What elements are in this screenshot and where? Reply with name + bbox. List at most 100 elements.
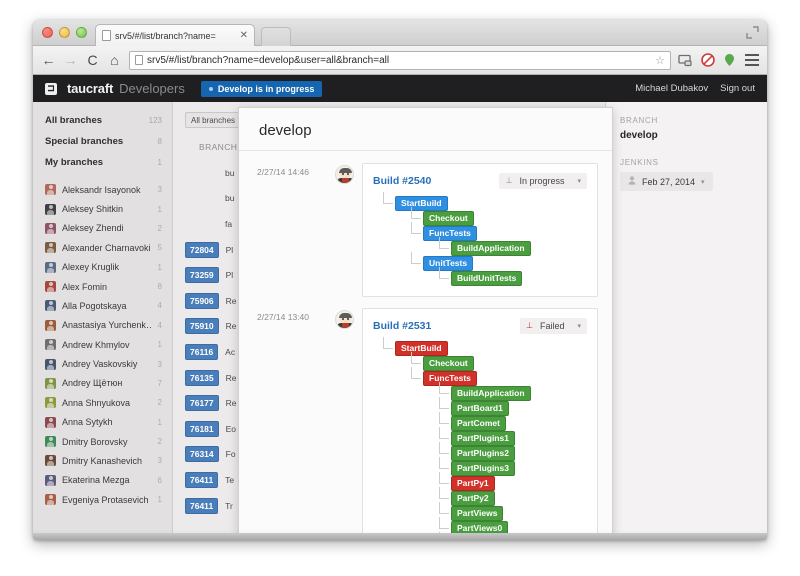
bookmark-star-icon[interactable]: ☆ <box>655 54 665 67</box>
branch-value: develop <box>620 130 753 141</box>
branch-row-id: 76181 <box>185 421 219 437</box>
build-step-chip[interactable]: StartBuild <box>395 341 448 357</box>
location-pin-icon[interactable] <box>722 53 737 68</box>
sidebar-user-name: Andrey Щётюн <box>62 378 152 388</box>
minimize-window-button[interactable] <box>59 27 70 38</box>
build-step-node[interactable]: PartViews <box>373 506 587 521</box>
sidebar-item-count: 1 <box>158 158 162 167</box>
sidebar-item-my-branches[interactable]: My branches1 <box>33 152 172 173</box>
build-step-node[interactable]: BuildApplication <box>373 386 587 401</box>
build-step-chip[interactable]: PartBoard1 <box>451 401 509 417</box>
sidebar-item-label: Special branches <box>45 136 152 147</box>
build-timestamp-wrap: 2/27/14 13:40 <box>257 308 335 539</box>
app-logo-subtitle: Developers <box>119 81 185 96</box>
build-timestamp-wrap: 2/27/14 14:46 <box>257 163 335 297</box>
sidebar-user-item[interactable]: Anna Sytykh1 <box>33 413 172 432</box>
build-step-node[interactable]: PartPy1 <box>373 476 587 491</box>
sidebar-user-item[interactable]: Aleksandr Isayonok3 <box>33 180 172 199</box>
build-status-dropdown[interactable]: ⊥In progress▾ <box>499 173 587 189</box>
build-card-header: Build #2540 ⊥In progress▾ <box>373 173 587 189</box>
build-step-node[interactable]: BuildApplication <box>373 241 587 256</box>
build-step-node[interactable]: Checkout <box>373 356 587 371</box>
sign-out-link[interactable]: Sign out <box>720 83 755 94</box>
forward-button-icon[interactable]: → <box>63 53 78 68</box>
branch-row-id: 75906 <box>185 293 219 309</box>
sidebar-item-all-branches[interactable]: All branches123 <box>33 110 172 131</box>
build-step-node[interactable]: BuildUnitTests <box>373 271 587 286</box>
sidebar-user-item[interactable]: Anna Shnyukova2 <box>33 393 172 412</box>
address-bar[interactable]: srv5/#/list/branch?name=develop&user=all… <box>129 51 671 70</box>
build-number-link[interactable]: Build #2540 <box>373 175 431 187</box>
sidebar-user-item[interactable]: Ekaterina Mezga6 <box>33 471 172 490</box>
close-window-button[interactable] <box>42 27 53 38</box>
build-step-node[interactable]: PartPlugins2 <box>373 446 587 461</box>
sidebar-user-item[interactable]: Alex Fomin8 <box>33 277 172 296</box>
sidebar-user-item[interactable]: Aleksey Shitkin1 <box>33 199 172 218</box>
fullscreen-icon[interactable] <box>746 26 759 39</box>
build-step-node[interactable]: PartComet <box>373 416 587 431</box>
branch-row-text: bu <box>225 193 234 203</box>
build-step-chip[interactable]: PartPlugins2 <box>451 446 515 462</box>
build-step-chip[interactable]: StartBuild <box>395 196 448 212</box>
build-step-node[interactable]: FuncTests <box>373 226 587 241</box>
build-step-chip[interactable]: PartPy1 <box>451 476 495 492</box>
window-controls[interactable] <box>42 27 87 38</box>
home-button-icon[interactable]: ⌂ <box>107 53 122 68</box>
sidebar-user-item[interactable]: Andrey Щётюн7 <box>33 374 172 393</box>
build-step-chip[interactable]: Checkout <box>423 356 474 372</box>
build-step-chip[interactable]: PartComet <box>451 416 506 432</box>
branch-row-text: Eo <box>226 424 236 434</box>
build-step-node[interactable]: Checkout <box>373 211 587 226</box>
sidebar-user-item[interactable]: Aleksey Zhendi2 <box>33 219 172 238</box>
develop-progress-badge[interactable]: Develop is in progress <box>201 81 323 97</box>
sidebar-user-item[interactable]: Dmitry Borovsky2 <box>33 432 172 451</box>
build-status-dropdown[interactable]: ⊥Failed▾ <box>520 318 587 334</box>
sidebar-user-item[interactable]: Alexey Kruglik1 <box>33 258 172 277</box>
sidebar-user-item[interactable]: Andrew Khmylov1 <box>33 335 172 354</box>
build-step-chip[interactable]: PartPlugins3 <box>451 461 515 477</box>
build-step-chip[interactable]: Checkout <box>423 211 474 227</box>
browser-tab[interactable]: srv5/#/list/branch?name= ✕ <box>95 24 255 46</box>
modal-scrollbar[interactable] <box>606 108 612 538</box>
sidebar-user-item[interactable]: Alexander Charnavoki5 <box>33 238 172 257</box>
build-step-node[interactable]: StartBuild <box>373 341 587 356</box>
current-user-name[interactable]: Michael Dubakov <box>635 83 708 94</box>
build-step-node[interactable]: UnitTests <box>373 256 587 271</box>
sidebar-user-item[interactable]: Alla Pogotskaya4 <box>33 296 172 315</box>
sidebar-user-item[interactable]: Dmitry Kanashevich3 <box>33 451 172 470</box>
close-tab-icon[interactable]: ✕ <box>240 31 248 41</box>
build-status-label: In progress <box>519 176 564 186</box>
new-tab-button[interactable] <box>261 27 291 46</box>
build-step-chip[interactable]: BuildApplication <box>451 241 531 257</box>
sidebar-user-item[interactable]: Anastasiya Yurchenk…4 <box>33 316 172 335</box>
build-step-node[interactable]: PartPlugins3 <box>373 461 587 476</box>
build-step-node[interactable]: PartPy2 <box>373 491 587 506</box>
build-step-chip[interactable]: FuncTests <box>423 226 477 242</box>
build-step-node[interactable]: FuncTests <box>373 371 587 386</box>
build-step-chip[interactable]: FuncTests <box>423 371 477 387</box>
sidebar-user-item[interactable]: Andrey Vaskovskiy3 <box>33 354 172 373</box>
page-info-icon <box>135 55 143 65</box>
build-step-chip[interactable]: BuildUnitTests <box>451 271 522 287</box>
build-step-chip[interactable]: BuildApplication <box>451 386 531 402</box>
build-step-node[interactable]: PartBoard1 <box>373 401 587 416</box>
sidebar-user-item[interactable]: Evgeniya Protasevich1 <box>33 490 172 509</box>
jenkins-date-dropdown[interactable]: Feb 27, 2014 ▾ <box>620 172 713 191</box>
build-step-chip[interactable]: PartViews <box>451 506 503 522</box>
build-step-node[interactable]: PartPlugins1 <box>373 431 587 446</box>
tree-connector-line <box>439 502 449 514</box>
sidebar-item-special-branches[interactable]: Special branches8 <box>33 131 172 152</box>
build-step-node[interactable]: StartBuild <box>373 196 587 211</box>
sidebar-user-count: 2 <box>158 224 162 233</box>
reload-button-icon[interactable]: C <box>85 53 100 68</box>
build-step-chip[interactable]: PartPlugins1 <box>451 431 515 447</box>
avatar <box>45 339 56 350</box>
taucraft-logo-icon: ⊐ <box>45 83 57 95</box>
cast-icon[interactable] <box>678 53 693 68</box>
browser-menu-icon[interactable] <box>744 53 759 68</box>
zoom-window-button[interactable] <box>76 27 87 38</box>
build-step-chip[interactable]: PartPy2 <box>451 491 495 507</box>
build-number-link[interactable]: Build #2531 <box>373 320 431 332</box>
back-button-icon[interactable]: ← <box>41 53 56 68</box>
adblock-icon[interactable] <box>700 53 715 68</box>
